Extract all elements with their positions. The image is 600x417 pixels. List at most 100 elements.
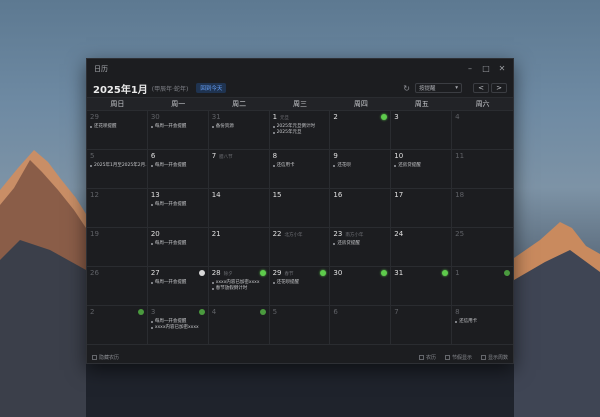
event-list: 每周一开会提醒 xxxx内容已加密xxxx: [151, 319, 205, 331]
maximize-icon[interactable]: □: [482, 65, 490, 73]
event-item[interactable]: 还信用卡: [273, 163, 327, 169]
today-button[interactable]: 回到今天: [196, 83, 227, 93]
event-item[interactable]: 2025年1月至2025年2月…: [90, 163, 147, 169]
calendar-day-cell[interactable]: 7: [391, 306, 453, 345]
day-header: 24: [394, 230, 448, 239]
calendar-day-cell[interactable]: 5 2025年1月至2025年2月…: [87, 150, 148, 189]
calendar-day-cell[interactable]: 8 还信用卡: [452, 306, 513, 345]
day-header: 29: [90, 113, 144, 122]
calendar-day-cell[interactable]: 24: [391, 228, 453, 267]
calendar-day-cell[interactable]: 3 每周一开会提醒 xxxx内容已加密xxxx: [147, 306, 209, 345]
event-item[interactable]: 还房贷提醒: [333, 241, 387, 247]
calendar-day-cell[interactable]: 25: [452, 228, 513, 267]
event-item[interactable]: 还花呗: [333, 163, 387, 169]
event-item[interactable]: 还花呗提醒: [273, 280, 327, 286]
event-item[interactable]: 2025年元旦: [273, 130, 327, 136]
day-number: 5: [90, 152, 95, 160]
event-item[interactable]: 还花呗提醒: [90, 124, 144, 130]
day-header: 21: [212, 230, 266, 239]
calendar-day-cell[interactable]: 19: [87, 228, 148, 267]
calendar-day-cell[interactable]: 29 春节 还花呗提醒: [269, 267, 331, 306]
day-header: 8: [273, 152, 327, 161]
event-item[interactable]: 每周一开会提醒: [151, 280, 205, 286]
calendar-day-cell[interactable]: 6 每周一开会提醒: [147, 150, 209, 189]
calendar-day-cell[interactable]: 10 还房贷提醒: [391, 150, 453, 189]
next-month-button[interactable]: >: [491, 83, 507, 93]
day-header: 31: [212, 113, 266, 122]
calendar-day-cell[interactable]: 23 南方小年 还房贷提醒: [330, 228, 392, 267]
calendar-day-cell[interactable]: 6: [330, 306, 392, 345]
holiday-checkbox[interactable]: 节假显示: [444, 354, 472, 361]
hide-lunar-checkbox[interactable]: 隐藏农历: [92, 354, 119, 361]
event-item[interactable]: 春节放假倒计时: [212, 286, 266, 292]
calendar-day-cell[interactable]: 13 每周一开会提醒: [147, 189, 209, 228]
event-item[interactable]: 每周一开会提醒: [151, 163, 205, 169]
calendar-day-cell[interactable]: 29 还花呗提醒: [87, 111, 148, 150]
calendar-day-cell[interactable]: 30: [330, 267, 392, 306]
event-list: 备份资源: [212, 124, 266, 130]
event-item[interactable]: 每周一开会提醒: [151, 124, 205, 130]
calendar-day-cell[interactable]: 15: [269, 189, 331, 228]
calendar-day-cell[interactable]: 7 腊八节: [208, 150, 270, 189]
calendar-day-cell[interactable]: 20 每周一开会提醒: [147, 228, 209, 267]
day-header: 26: [90, 269, 144, 278]
calendar-day-cell[interactable]: 11: [452, 150, 513, 189]
calendar-day-cell[interactable]: 30 每周一开会提醒: [147, 111, 209, 150]
calendar-day-cell[interactable]: 21: [208, 228, 270, 267]
calendar-day-cell[interactable]: 8 还信用卡: [269, 150, 331, 189]
calendar-day-cell[interactable]: 1 元旦 2025年元旦倒计时 2025年元旦: [269, 111, 331, 150]
day-number: 20: [150, 230, 160, 238]
day-number: 6: [150, 152, 156, 160]
calendar-day-cell[interactable]: 31 备份资源: [208, 111, 270, 150]
refresh-icon[interactable]: ↻: [403, 84, 410, 93]
lunar-checkbox[interactable]: 农历: [418, 354, 436, 361]
day-number: 31: [394, 269, 404, 277]
event-item[interactable]: 还信用卡: [455, 319, 510, 325]
event-list: 2025年元旦倒计时 2025年元旦: [273, 124, 327, 136]
calendar-day-cell[interactable]: 12: [87, 189, 148, 228]
event-item[interactable]: 还房贷提醒: [394, 163, 448, 169]
calendar-day-cell[interactable]: 1: [452, 267, 513, 306]
calendar-day-cell[interactable]: 2: [330, 111, 392, 150]
day-number: 5: [272, 308, 278, 316]
view-select[interactable]: 按提醒 ▾: [415, 83, 462, 93]
calendar-day-cell[interactable]: 28 除夕 xxxx内容已加密xxxx 春节放假倒计时: [208, 267, 270, 306]
minimize-icon[interactable]: –: [466, 65, 474, 73]
week-number-checkbox[interactable]: 显示周数: [480, 354, 508, 361]
calendar-day-cell[interactable]: 3: [391, 111, 453, 150]
status-dot-icon: [259, 309, 266, 315]
close-icon[interactable]: ✕: [498, 65, 506, 73]
day-header: 7: [394, 308, 448, 317]
calendar-footer: 隐藏农历 农历 节假显示 显示周数: [87, 351, 513, 363]
prev-month-button[interactable]: <: [473, 83, 489, 93]
calendar-day-cell[interactable]: 2: [87, 306, 148, 345]
calendar-day-cell[interactable]: 26: [87, 267, 148, 306]
event-item[interactable]: 每周一开会提醒: [151, 202, 205, 208]
day-number: 6: [333, 308, 338, 316]
calendar-day-cell[interactable]: 14: [208, 189, 270, 228]
calendar-day-cell[interactable]: 16: [330, 189, 392, 228]
event-list: 还信用卡: [273, 163, 327, 169]
event-item[interactable]: xxxx内容已加密xxxx: [151, 325, 205, 331]
week-number-checkbox-label: 显示周数: [487, 354, 508, 361]
event-item[interactable]: 每周一开会提醒: [151, 241, 205, 247]
calendar-day-cell[interactable]: 4: [452, 111, 513, 150]
calendar-day-cell[interactable]: 22 北方小年: [269, 228, 331, 267]
event-list: 还信用卡: [455, 319, 510, 325]
day-number: 17: [394, 191, 404, 199]
day-header: 31: [394, 269, 448, 278]
lunar-label: 除夕: [223, 272, 233, 277]
calendar-day-cell[interactable]: 27 每周一开会提醒: [147, 267, 209, 306]
day-number: 21: [211, 230, 221, 238]
lunar-label: 南方小年: [345, 233, 364, 238]
calendar-day-cell[interactable]: 4: [208, 306, 270, 345]
calendar-day-cell[interactable]: 5: [269, 306, 331, 345]
calendar-day-cell[interactable]: 18: [452, 189, 513, 228]
weekday-label: 周三: [292, 100, 307, 108]
day-header: 6: [151, 152, 205, 161]
calendar-day-cell[interactable]: 17: [391, 189, 453, 228]
calendar-day-cell[interactable]: 9 还花呗: [330, 150, 392, 189]
calendar-day-cell[interactable]: 31: [391, 267, 453, 306]
day-header: 16: [333, 191, 387, 200]
event-item[interactable]: 备份资源: [212, 124, 266, 130]
